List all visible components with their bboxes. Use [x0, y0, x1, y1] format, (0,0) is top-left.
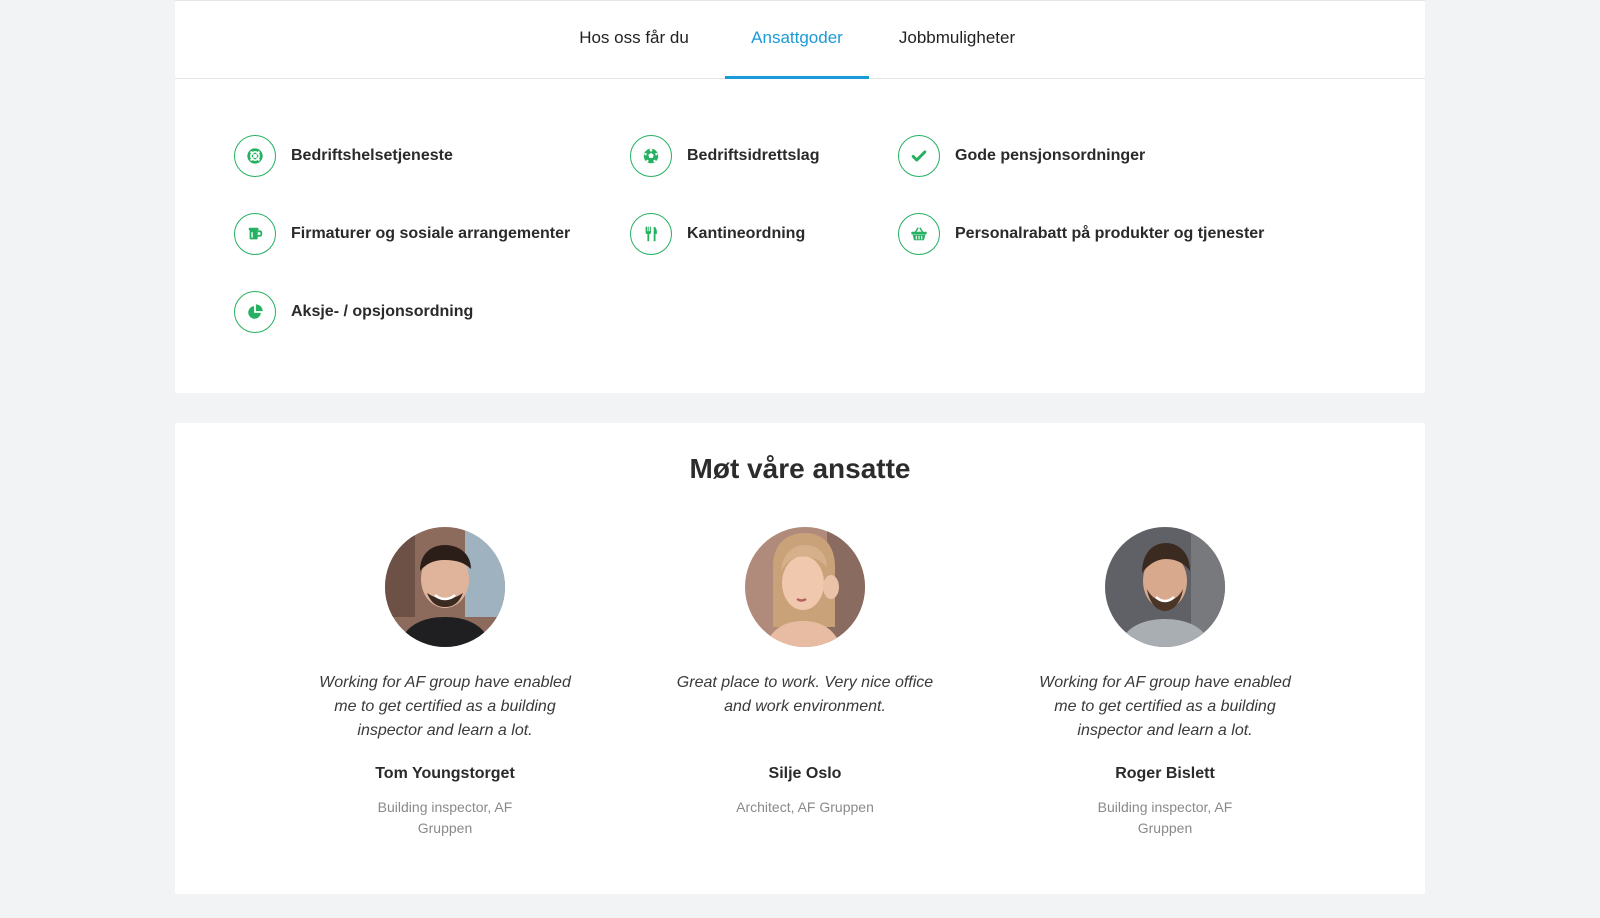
- benefit-label: Kantineordning: [687, 225, 806, 242]
- employee-name: Silje Oslo: [768, 765, 842, 782]
- benefit-label: Bedriftshelsetjeneste: [291, 147, 453, 164]
- pie-chart-icon: [234, 291, 276, 333]
- avatar: [1105, 527, 1225, 647]
- check-icon: [898, 135, 940, 177]
- employee-role: Building inspector, AF Gruppen: [377, 799, 513, 836]
- employee-card: Working for AF group have enabled me to …: [1025, 527, 1305, 839]
- tab-bar: Hos oss får du Ansattgoder Jobbmulighete…: [175, 1, 1425, 79]
- benefit-label: Bedriftsidrettslag: [687, 147, 820, 164]
- employee-quote: Working for AF group have enabled me to …: [1039, 674, 1291, 739]
- tab-ansattgoder[interactable]: Ansattgoder: [725, 1, 869, 79]
- soccer-ball-icon: [630, 135, 672, 177]
- beer-mug-icon: [234, 213, 276, 255]
- benefit-label: Firmaturer og sosiale arrangementer: [291, 225, 571, 242]
- benefit-label: Gode pensjonsordninger: [955, 147, 1146, 164]
- employee-role: Building inspector, AF Gruppen: [1097, 799, 1233, 836]
- life-ring-icon: [234, 135, 276, 177]
- tab-jobbmuligheter[interactable]: Jobbmuligheter: [885, 1, 1029, 79]
- basket-icon: [898, 213, 940, 255]
- avatar: [745, 527, 865, 647]
- employee-role: Architect, AF Gruppen: [736, 799, 874, 815]
- tab-hos-oss-far-du[interactable]: Hos oss får du: [571, 1, 697, 79]
- avatar: [385, 527, 505, 647]
- employees-card: Møt våre ansatte Working for AF group ha…: [175, 423, 1425, 894]
- section-title: Møt våre ansatte: [689, 453, 911, 484]
- employee-quote: Great place to work. Very nice office an…: [676, 674, 934, 715]
- employee-quote: Working for AF group have enabled me to …: [319, 674, 571, 739]
- employee-card: Working for AF group have enabled me to …: [305, 527, 585, 839]
- benefit-label: Aksje- / opsjonsordning: [291, 303, 474, 320]
- benefits-card: Hos oss får du Ansattgoder Jobbmulighete…: [175, 0, 1425, 393]
- benefit-label: Personalrabatt på produkter og tjenester: [955, 225, 1265, 242]
- employee-name: Roger Bislett: [1115, 765, 1215, 782]
- cutlery-icon: [630, 213, 672, 255]
- employee-name: Tom Youngstorget: [375, 765, 515, 782]
- employee-card: Great place to work. Very nice office an…: [665, 527, 945, 818]
